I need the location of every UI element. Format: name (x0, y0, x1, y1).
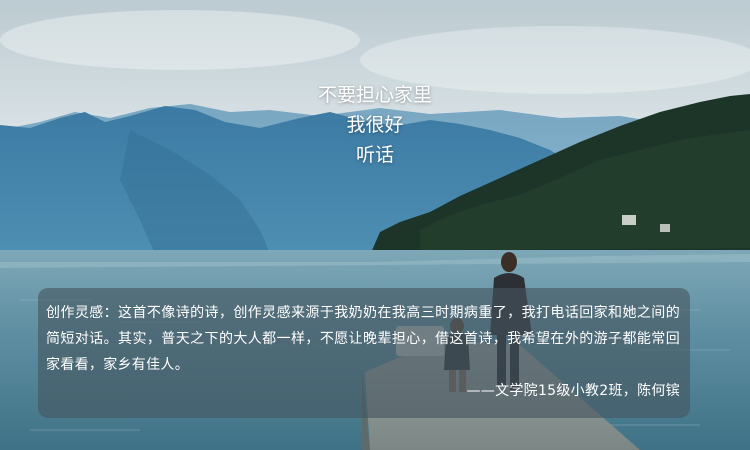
poem-text: 不要担心家里 我很好 听话 (0, 80, 750, 170)
caption-credit: ——文学院15级小教2班，陈何镔 (466, 383, 680, 399)
photo-scene: 不要担心家里 我很好 听话 创作灵感：这首不像诗的诗，创作灵感来源于我奶奶在我高… (0, 0, 750, 450)
cloud (0, 10, 360, 70)
caption-body: 创作灵感：这首不像诗的诗，创作灵感来源于我奶奶在我高三时期病重了，我打电话回家和… (46, 305, 680, 373)
caption-panel: 创作灵感：这首不像诗的诗，创作灵感来源于我奶奶在我高三时期病重了，我打电话回家和… (38, 288, 690, 418)
poem-line: 我很好 (346, 114, 404, 136)
poem-line: 听话 (355, 144, 394, 166)
lakeside-house (660, 224, 670, 232)
poem-line: 不要担心家里 (317, 84, 432, 106)
lakeside-house (622, 215, 636, 225)
